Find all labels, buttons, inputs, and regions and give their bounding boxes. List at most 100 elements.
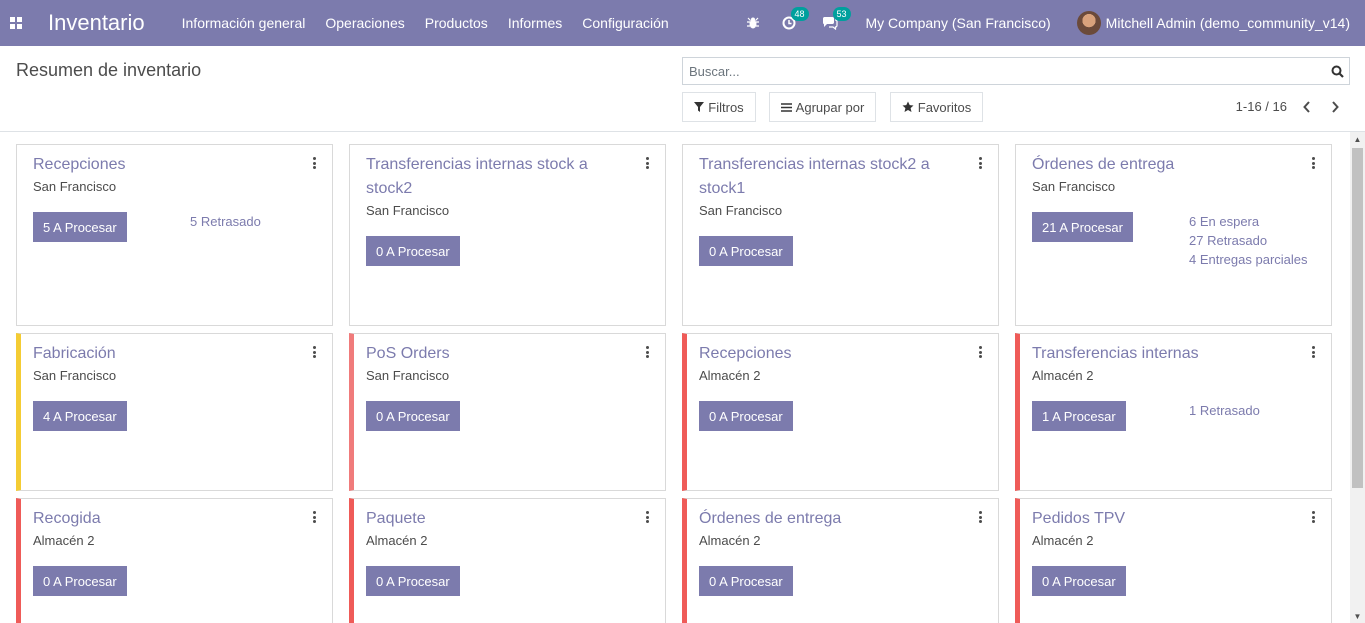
messages-badge: 53 xyxy=(832,7,851,21)
to-process-button[interactable]: 0 A Procesar xyxy=(699,401,793,431)
stat-link[interactable]: 6 En espera xyxy=(1189,212,1308,231)
pager-previous-icon[interactable] xyxy=(1298,97,1316,117)
card-title[interactable]: Órdenes de entrega xyxy=(1032,153,1282,177)
kanban-card[interactable]: Órdenes de entrega Almacén 2 0 A Procesa… xyxy=(682,498,999,623)
card-title[interactable]: Transferencias internas stock a stock2 xyxy=(366,153,616,201)
kanban-card[interactable]: Recepciones Almacén 2 0 A Procesar xyxy=(682,333,999,491)
menu-item-informacion-general[interactable]: Información general xyxy=(182,15,306,31)
to-process-button[interactable]: 0 A Procesar xyxy=(366,566,460,596)
card-menu-icon[interactable] xyxy=(977,157,983,171)
filters-label: Filtros xyxy=(708,99,744,115)
debug-bug-icon[interactable] xyxy=(746,16,760,30)
user-avatar[interactable] xyxy=(1076,11,1101,35)
kanban-card[interactable]: Transferencias internas stock a stock2 S… xyxy=(349,144,666,326)
card-title[interactable]: PoS Orders xyxy=(366,342,616,366)
company-switcher[interactable]: My Company (San Francisco) xyxy=(866,15,1051,31)
card-menu-icon[interactable] xyxy=(1310,157,1316,171)
card-subtitle: San Francisco xyxy=(33,368,117,383)
card-stats: 1 Retrasado xyxy=(1189,401,1260,420)
kanban-card[interactable]: PoS Orders San Francisco 0 A Procesar xyxy=(349,333,666,491)
scrollbar-thumb[interactable] xyxy=(1352,148,1363,488)
stat-link[interactable]: 5 Retrasado xyxy=(190,212,261,231)
stat-link[interactable]: 4 Entregas parciales xyxy=(1189,250,1308,269)
search-input[interactable] xyxy=(683,58,1325,84)
search-bar xyxy=(682,57,1350,85)
card-title[interactable]: Recepciones xyxy=(33,153,283,177)
card-title[interactable]: Recogida xyxy=(33,507,283,531)
card-title[interactable]: Órdenes de entrega xyxy=(699,507,949,531)
messages-chat-icon[interactable]: 53 xyxy=(822,7,851,30)
kanban-card[interactable]: Recepciones San Francisco 5 A Procesar 5… xyxy=(16,144,333,326)
search-icon[interactable] xyxy=(1325,58,1349,84)
kanban-card[interactable]: Paquete Almacén 2 0 A Procesar xyxy=(349,498,666,623)
kanban-card[interactable]: Transferencias internas Almacén 2 1 A Pr… xyxy=(1015,333,1332,491)
menu-item-informes[interactable]: Informes xyxy=(508,15,562,31)
kanban-card[interactable]: Fabricación San Francisco 4 A Procesar xyxy=(16,333,333,491)
card-menu-icon[interactable] xyxy=(644,511,650,525)
to-process-button[interactable]: 4 A Procesar xyxy=(33,401,127,431)
menu-item-operaciones[interactable]: Operaciones xyxy=(325,15,404,31)
stat-link[interactable]: 27 Retrasado xyxy=(1189,231,1308,250)
card-menu-icon[interactable] xyxy=(1310,511,1316,525)
card-subtitle: San Francisco xyxy=(366,368,450,383)
navbar-systray: 48 53 My Company (San Francisco) Mitchel… xyxy=(746,0,1365,46)
kanban-card[interactable]: Órdenes de entrega San Francisco 21 A Pr… xyxy=(1015,144,1332,326)
card-subtitle: Almacén 2 xyxy=(1032,368,1094,383)
card-menu-icon[interactable] xyxy=(311,157,317,171)
card-title[interactable]: Transferencias internas stock2 a stock1 xyxy=(699,153,949,201)
card-subtitle: Almacén 2 xyxy=(33,533,95,548)
vertical-scrollbar[interactable]: ▲ ▼ xyxy=(1350,132,1365,623)
card-subtitle: Almacén 2 xyxy=(699,533,761,548)
star-icon xyxy=(902,101,914,112)
kanban-card[interactable]: Transferencias internas stock2 a stock1 … xyxy=(682,144,999,326)
app-name[interactable]: Inventario xyxy=(48,10,145,36)
apps-menu-icon[interactable] xyxy=(0,0,32,46)
to-process-button[interactable]: 1 A Procesar xyxy=(1032,401,1126,431)
to-process-button[interactable]: 0 A Procesar xyxy=(699,236,793,266)
menu-item-configuracion[interactable]: Configuración xyxy=(582,15,668,31)
card-menu-icon[interactable] xyxy=(977,346,983,360)
activity-badge: 48 xyxy=(790,7,809,21)
to-process-button[interactable]: 0 A Procesar xyxy=(366,236,460,266)
to-process-button[interactable]: 0 A Procesar xyxy=(366,401,460,431)
favorites-label: Favoritos xyxy=(917,99,972,115)
card-title[interactable]: Paquete xyxy=(366,507,616,531)
main-menu: Información general Operaciones Producto… xyxy=(182,15,689,31)
to-process-button[interactable]: 21 A Procesar xyxy=(1032,212,1133,242)
pager-value[interactable]: 1-16 / 16 xyxy=(1236,99,1287,114)
card-subtitle: Almacén 2 xyxy=(366,533,428,548)
scroll-up-icon[interactable]: ▲ xyxy=(1350,132,1365,146)
menu-item-productos[interactable]: Productos xyxy=(425,15,488,31)
card-title[interactable]: Pedidos TPV xyxy=(1032,507,1282,531)
group-by-button[interactable]: Agrupar por xyxy=(769,92,876,122)
kanban-card[interactable]: Recogida Almacén 2 0 A Procesar xyxy=(16,498,333,623)
user-menu[interactable]: Mitchell Admin (demo_community_v14) xyxy=(1106,15,1350,31)
card-menu-icon[interactable] xyxy=(977,511,983,525)
card-subtitle: San Francisco xyxy=(699,203,783,218)
kanban-card[interactable]: Pedidos TPV Almacén 2 0 A Procesar xyxy=(1015,498,1332,623)
card-menu-icon[interactable] xyxy=(311,511,317,525)
card-menu-icon[interactable] xyxy=(311,346,317,360)
activity-clock-icon[interactable]: 48 xyxy=(782,7,809,30)
pager-next-icon[interactable] xyxy=(1326,97,1344,117)
to-process-button[interactable]: 0 A Procesar xyxy=(1032,566,1126,596)
card-menu-icon[interactable] xyxy=(644,157,650,171)
card-menu-icon[interactable] xyxy=(1310,346,1316,360)
favorites-button[interactable]: Favoritos xyxy=(890,92,983,122)
card-stats: 6 En espera 27 Retrasado 4 Entregas parc… xyxy=(1189,212,1308,269)
funnel-icon xyxy=(694,102,705,112)
card-subtitle: Almacén 2 xyxy=(699,368,761,383)
card-menu-icon[interactable] xyxy=(644,346,650,360)
card-subtitle: Almacén 2 xyxy=(1032,533,1094,548)
card-title[interactable]: Fabricación xyxy=(33,342,283,366)
scroll-down-icon[interactable]: ▼ xyxy=(1350,609,1365,623)
to-process-button[interactable]: 0 A Procesar xyxy=(699,566,793,596)
stat-link[interactable]: 1 Retrasado xyxy=(1189,401,1260,420)
bars-icon xyxy=(780,102,792,112)
filters-button[interactable]: Filtros xyxy=(682,92,756,122)
card-title[interactable]: Recepciones xyxy=(699,342,949,366)
to-process-button[interactable]: 5 A Procesar xyxy=(33,212,127,242)
group-by-label: Agrupar por xyxy=(795,99,865,115)
card-title[interactable]: Transferencias internas xyxy=(1032,342,1282,366)
to-process-button[interactable]: 0 A Procesar xyxy=(33,566,127,596)
